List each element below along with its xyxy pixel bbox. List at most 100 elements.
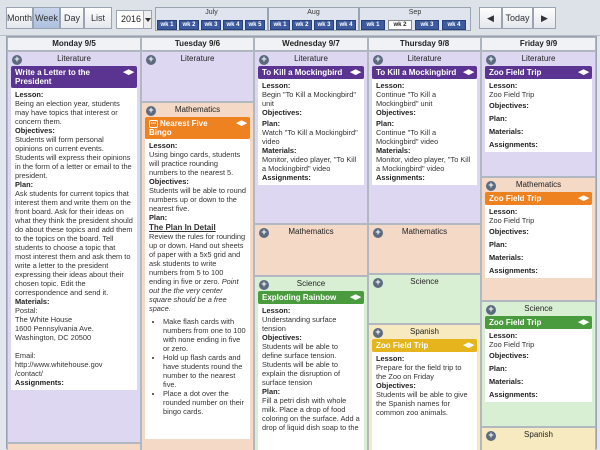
lesson-title-bar[interactable]: To Kill a Mockingbird ◀▶: [372, 66, 477, 79]
subject-section-literature[interactable]: + Literature Write a Letter to the Presi…: [7, 51, 141, 443]
subject-section-science[interactable]: + Science: [368, 274, 481, 324]
subject-section-mathematics[interactable]: + Mathematics Zoo Field Trip ◀▶ Lesson: Z…: [481, 177, 596, 301]
add-lesson-icon[interactable]: +: [146, 55, 156, 65]
lesson-card[interactable]: Lesson: Being an election year, students…: [11, 88, 137, 390]
add-lesson-icon[interactable]: +: [259, 228, 269, 238]
lesson-card[interactable]: Lesson: Begin "To Kill a Mockingbird" un…: [258, 79, 364, 185]
week-button[interactable]: wk 1: [361, 20, 385, 30]
week-button[interactable]: wk 1: [270, 20, 290, 30]
add-lesson-icon[interactable]: +: [373, 278, 383, 288]
add-lesson-icon[interactable]: +: [486, 305, 496, 315]
plan-label: Plan:: [15, 180, 34, 189]
add-lesson-icon[interactable]: +: [373, 328, 383, 338]
lesson-card[interactable]: Lesson: Zoo Field Trip Objectives: Plan:…: [485, 205, 592, 278]
lesson-title-bar[interactable]: Write a Letter to the President ◀▶: [11, 66, 137, 88]
add-lesson-icon[interactable]: +: [486, 55, 496, 65]
add-lesson-icon[interactable]: +: [373, 228, 383, 238]
move-arrows-icon[interactable]: ◀▶: [578, 68, 589, 77]
subject-section-spanish[interactable]: + Spanish Zoo Field Trip ◀▶ Lesson: Prepa…: [368, 324, 481, 450]
assignments-label: Assignments:: [489, 266, 538, 275]
move-arrows-icon[interactable]: ◀▶: [236, 119, 247, 128]
week-button[interactable]: wk 3: [201, 20, 221, 30]
move-arrows-icon[interactable]: ◀▶: [578, 194, 589, 203]
day-column-tuesday: + Literature + Mathematics ••• Nearest Fi…: [141, 51, 254, 450]
next-week-button[interactable]: ▶: [533, 7, 556, 29]
day-header-friday: Friday 9/9: [481, 37, 596, 51]
subject-title: Mathematics: [174, 105, 221, 114]
day-column-friday: + Literature Zoo Field Trip ◀▶ Lesson: Zo…: [481, 51, 596, 450]
lesson-card[interactable]: Lesson: Continue "To Kill a Mockingbird"…: [372, 79, 477, 185]
lesson-title-bar[interactable]: To Kill a Mockingbird ◀▶: [258, 66, 364, 79]
move-arrows-icon[interactable]: ◀▶: [123, 68, 134, 77]
week-button[interactable]: wk 2: [179, 20, 199, 30]
lesson-title-bar[interactable]: Zoo Field Trip ◀▶: [372, 339, 477, 352]
year-select[interactable]: 2016: [116, 10, 152, 29]
lesson-title-bar[interactable]: Exploding Rainbow ◀▶: [258, 291, 364, 304]
subject-section-mathematics[interactable]: + Mathematics ••• Nearest Five Bingo ◀▶ Le…: [141, 102, 254, 450]
calendar-toolbar: Month Week Day List 2016 July wk 1 wk 2 …: [0, 0, 600, 36]
today-button[interactable]: Today: [502, 7, 533, 29]
lesson-text: Zoo Field Trip: [489, 216, 535, 225]
plan-step: Make flash cards with numbers from one t…: [163, 317, 246, 353]
week-button[interactable]: wk 5: [245, 20, 265, 30]
lesson-card[interactable]: Lesson: Prepare for the field trip to th…: [372, 352, 477, 450]
week-button[interactable]: wk 3: [415, 20, 439, 30]
list-view-button[interactable]: List: [84, 7, 112, 29]
subject-section-literature[interactable]: + Literature To Kill a Mockingbird ◀▶ Les…: [368, 51, 481, 224]
week-button[interactable]: wk 2: [292, 20, 312, 30]
prev-week-button[interactable]: ◀: [479, 7, 502, 29]
add-lesson-icon[interactable]: +: [486, 431, 496, 441]
add-lesson-icon[interactable]: +: [373, 55, 383, 65]
move-arrows-icon[interactable]: ◀▶: [463, 341, 474, 350]
day-view-button[interactable]: Day: [60, 7, 84, 29]
chevron-down-icon[interactable]: [143, 11, 151, 28]
move-arrows-icon[interactable]: ◀▶: [350, 68, 361, 77]
add-lesson-icon[interactable]: +: [146, 106, 156, 116]
subject-section-mathematics[interactable]: + Mathematics: [254, 224, 368, 276]
week-button[interactable]: wk 4: [223, 20, 243, 30]
lesson-card[interactable]: Lesson: Zoo Field Trip Objectives: Plan:…: [485, 79, 592, 152]
subject-section-literature[interactable]: + Literature Zoo Field Trip ◀▶ Lesson: Zo…: [481, 51, 596, 177]
subject-title: Literature: [180, 54, 215, 63]
month-july: July wk 1 wk 2 wk 3 wk 4 wk 5: [155, 7, 268, 31]
month-view-button[interactable]: Month: [6, 7, 33, 29]
current-week-button[interactable]: wk 2: [388, 20, 412, 30]
objectives-label: Objectives:: [15, 126, 55, 135]
subject-section-spanish[interactable]: + Spanish: [481, 427, 596, 450]
add-lesson-icon[interactable]: +: [259, 55, 269, 65]
week-button[interactable]: wk 4: [442, 20, 466, 30]
add-lesson-icon[interactable]: +: [259, 280, 269, 290]
lesson-card[interactable]: Lesson: Understanding surface tension Ob…: [258, 304, 364, 450]
week-button[interactable]: wk 1: [157, 20, 177, 30]
subject-title: Science: [524, 304, 553, 313]
add-lesson-icon[interactable]: +: [12, 55, 22, 65]
week-button[interactable]: wk 4: [336, 20, 356, 30]
add-lesson-icon[interactable]: +: [486, 181, 496, 191]
week-view-button[interactable]: Week: [33, 7, 60, 29]
subject-title: Spanish: [524, 430, 553, 439]
lesson-title-bar[interactable]: Zoo Field Trip ◀▶: [485, 66, 592, 79]
objectives-label: Objectives:: [262, 333, 302, 342]
day-header-thursday: Thursday 9/8: [368, 37, 481, 51]
lesson-card[interactable]: Lesson: Using bingo cards, students will…: [145, 139, 250, 439]
subject-section-mathematics[interactable]: + Mathematics: [368, 224, 481, 274]
subject-section-science[interactable]: + Science Zoo Field Trip ◀▶ Lesson: Zoo F…: [481, 301, 596, 427]
lesson-title-bar[interactable]: Zoo Field Trip ◀▶: [485, 192, 592, 205]
day-column-wednesday: + Literature To Kill a Mockingbird ◀▶ Les…: [254, 51, 368, 450]
lesson-title: Zoo Field Trip: [489, 68, 542, 77]
lesson-text: Prepare for the field trip to the Zoo on…: [376, 363, 462, 381]
lesson-label: Lesson:: [262, 81, 291, 90]
move-arrows-icon[interactable]: ◀▶: [463, 68, 474, 77]
move-arrows-icon[interactable]: ◀▶: [578, 318, 589, 327]
day-header-wednesday: Wednesday 9/7: [254, 37, 368, 51]
week-button[interactable]: wk 3: [314, 20, 334, 30]
subject-section-literature[interactable]: + Literature To Kill a Mockingbird ◀▶ Les…: [254, 51, 368, 224]
materials-label: Materials:: [489, 253, 524, 262]
month-label: July: [205, 9, 218, 16]
subject-section-literature[interactable]: + Literature: [141, 51, 254, 102]
move-arrows-icon[interactable]: ◀▶: [350, 293, 361, 302]
subject-section-science[interactable]: + Science Exploding Rainbow ◀▶ Lesson: Un…: [254, 276, 368, 450]
lesson-title-bar[interactable]: Zoo Field Trip ◀▶: [485, 316, 592, 329]
lesson-card[interactable]: Lesson: Zoo Field Trip Objectives: Plan:…: [485, 329, 592, 402]
lesson-title-bar[interactable]: ••• Nearest Five Bingo ◀▶: [145, 117, 250, 139]
